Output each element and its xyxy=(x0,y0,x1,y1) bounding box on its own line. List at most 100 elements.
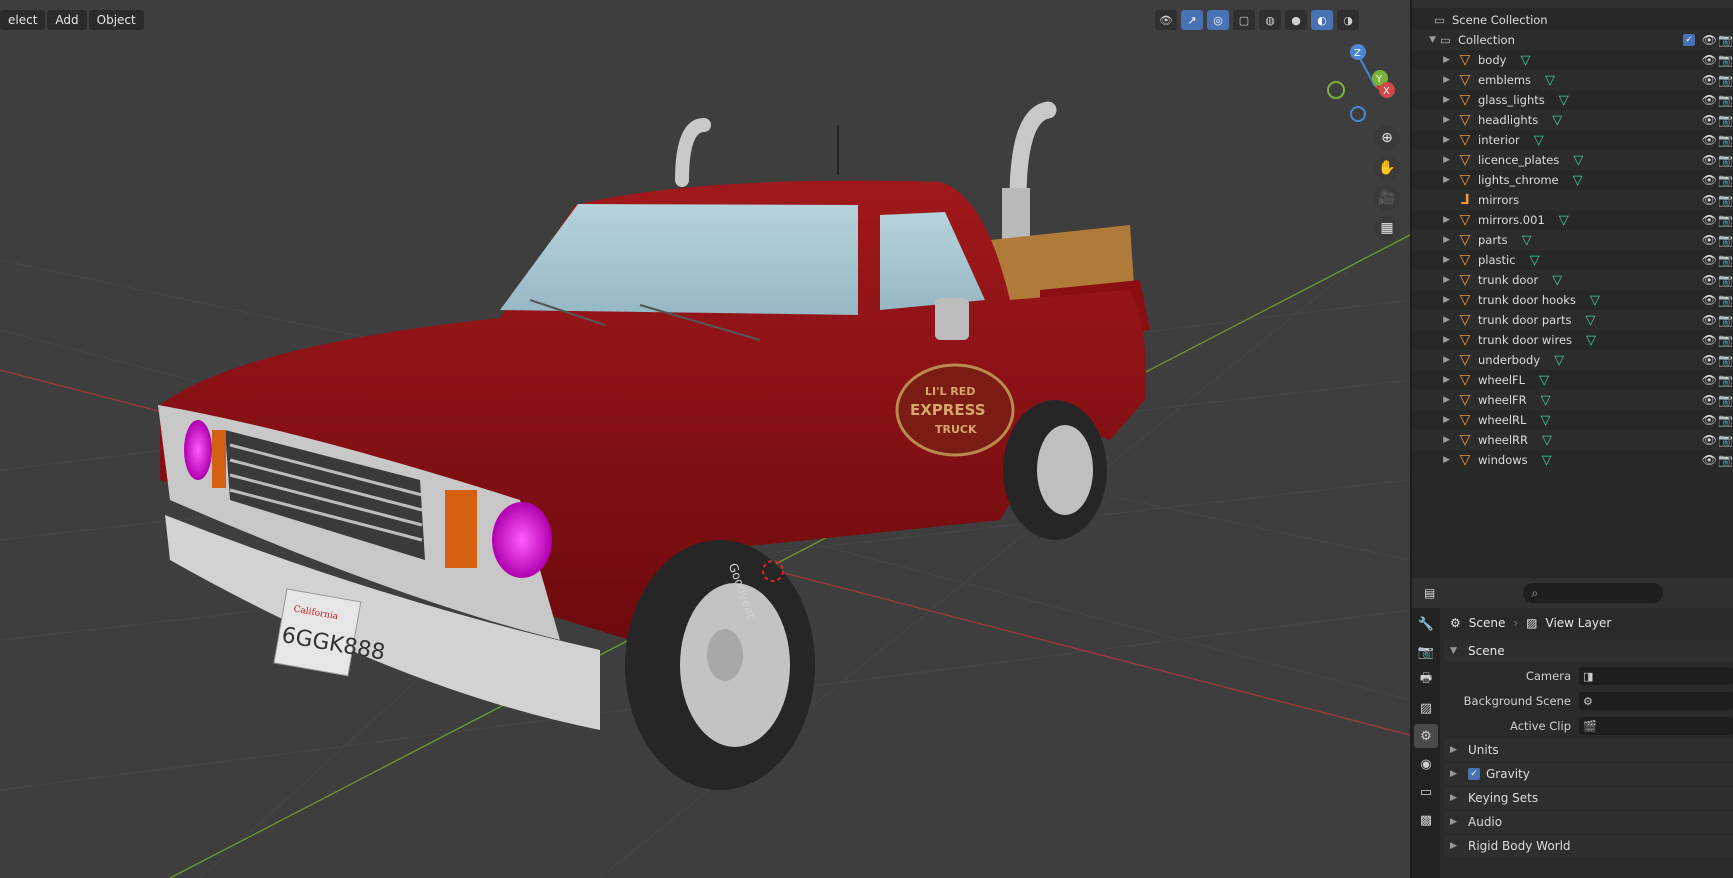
outliner-item[interactable]: ▶ ▽ trunk door wires ▽ 👁 📷 xyxy=(1412,330,1733,350)
outliner-item[interactable]: ▶ ▽ body ▽ 👁 📷 xyxy=(1412,50,1733,70)
active-clip-selector[interactable]: 🎬 xyxy=(1579,717,1733,735)
expand-right-icon[interactable]: ▶ xyxy=(1412,355,1456,365)
outliner-item[interactable]: ▶ ▽ emblems ▽ 👁 📷 xyxy=(1412,70,1733,90)
background-scene-selector[interactable]: ⚙ xyxy=(1579,692,1733,710)
outliner-item[interactable]: ▶ ▽ lights_chrome ▽ 👁 📷 xyxy=(1412,170,1733,190)
outliner-item[interactable]: ▶ ▽ plastic ▽ 👁 📷 xyxy=(1412,250,1733,270)
expand-right-icon[interactable]: ▶ xyxy=(1412,235,1456,245)
camera-icon[interactable]: 📷 xyxy=(1718,173,1733,187)
outliner-item[interactable]: ▶ ▽ trunk door parts ▽ 👁 📷 xyxy=(1412,310,1733,330)
eye-icon[interactable]: 👁 xyxy=(1702,153,1717,167)
expand-right-icon[interactable]: ▶ xyxy=(1412,375,1456,385)
eye-icon[interactable]: 👁 xyxy=(1702,293,1717,307)
outliner-collection[interactable]: ▼ ▭ Collection ✓ 👁 📷 xyxy=(1412,30,1733,50)
eye-icon[interactable]: 👁 xyxy=(1702,453,1717,467)
gravity-panel[interactable]: ▶ ✓ Gravity xyxy=(1444,763,1733,785)
texture-tab-icon[interactable]: ▩ xyxy=(1414,808,1438,832)
keying-sets-panel[interactable]: ▶ Keying Sets xyxy=(1444,787,1733,809)
camera-icon[interactable]: 📷 xyxy=(1718,253,1733,267)
camera-icon[interactable]: 📷 xyxy=(1718,73,1733,87)
visibility-icon[interactable]: 👁 xyxy=(1155,10,1177,30)
camera-icon[interactable]: 📷 xyxy=(1718,133,1733,147)
eye-icon[interactable]: 👁 xyxy=(1702,233,1717,247)
camera-icon[interactable]: 📷 xyxy=(1718,113,1733,127)
expand-right-icon[interactable]: ▶ xyxy=(1412,455,1456,465)
xray-icon[interactable]: ▢ xyxy=(1233,10,1255,30)
eye-icon[interactable]: 👁 xyxy=(1702,333,1717,347)
eye-icon[interactable]: 👁 xyxy=(1702,93,1717,107)
camera-icon[interactable]: 📷 xyxy=(1718,293,1733,307)
outliner-item[interactable]: ▶ ▽ interior ▽ 👁 📷 xyxy=(1412,130,1733,150)
expand-right-icon[interactable]: ▶ xyxy=(1412,275,1456,285)
camera-icon[interactable]: 📷 xyxy=(1718,213,1733,227)
rendered-shading-icon[interactable]: ◑ xyxy=(1337,10,1359,30)
outliner-item[interactable]: ▶ ▽ trunk door hooks ▽ 👁 📷 xyxy=(1412,290,1733,310)
expand-right-icon[interactable]: ▶ xyxy=(1412,95,1456,105)
eye-icon[interactable]: 👁 xyxy=(1702,173,1717,187)
outliner-scene-collection[interactable]: ▭ Scene Collection xyxy=(1412,10,1733,30)
material-shading-icon[interactable]: ◐ xyxy=(1311,10,1333,30)
camera-icon[interactable]: 📷 xyxy=(1718,193,1733,207)
editor-type-icon[interactable]: ▤ xyxy=(1424,586,1435,600)
outliner-item[interactable]: ▶ ▽ headlights ▽ 👁 📷 xyxy=(1412,110,1733,130)
outliner-item[interactable]: ▶ ▽ wheelRL ▽ 👁 📷 xyxy=(1412,410,1733,430)
eye-icon[interactable]: 👁 xyxy=(1702,213,1717,227)
outliner-item[interactable]: ▶ ▽ underbody ▽ 👁 📷 xyxy=(1412,350,1733,370)
camera-icon[interactable]: 📷 xyxy=(1718,33,1733,47)
pan-hand-icon[interactable]: ✋ xyxy=(1374,155,1400,181)
rigid-body-world-panel[interactable]: ▶ Rigid Body World xyxy=(1444,835,1733,857)
camera-selector[interactable]: ◨ xyxy=(1579,667,1733,685)
outliner-item[interactable]: ▶ ▽ trunk door ▽ 👁 📷 xyxy=(1412,270,1733,290)
eye-icon[interactable]: 👁 xyxy=(1702,273,1717,287)
eye-icon[interactable]: 👁 xyxy=(1702,113,1717,127)
menu-add[interactable]: Add xyxy=(47,10,87,30)
outliner-item[interactable]: ▶ ▽ wheelFL ▽ 👁 📷 xyxy=(1412,370,1733,390)
eye-icon[interactable]: 👁 xyxy=(1702,33,1717,47)
camera-icon[interactable]: 📷 xyxy=(1718,413,1733,427)
overlay-toggle-icon[interactable]: ◎ xyxy=(1207,10,1229,30)
world-tab-icon[interactable]: ◉ xyxy=(1414,752,1438,776)
camera-icon[interactable]: 📷 xyxy=(1718,273,1733,287)
eye-icon[interactable]: 👁 xyxy=(1702,413,1717,427)
menu-object[interactable]: Object xyxy=(88,10,144,30)
eye-icon[interactable]: 👁 xyxy=(1702,373,1717,387)
render-tab-icon[interactable]: 📷 xyxy=(1414,640,1438,664)
collection-tab-icon[interactable]: ▭ xyxy=(1414,780,1438,804)
gizmo-toggle-icon[interactable]: ↗ xyxy=(1181,10,1203,30)
wireframe-shading-icon[interactable]: ◍ xyxy=(1259,10,1281,30)
eye-icon[interactable]: 👁 xyxy=(1702,133,1717,147)
camera-icon[interactable]: 📷 xyxy=(1718,233,1733,247)
eye-icon[interactable]: 👁 xyxy=(1702,433,1717,447)
expand-right-icon[interactable]: ▶ xyxy=(1412,115,1456,125)
output-tab-icon[interactable]: 🖶 xyxy=(1414,668,1438,692)
outliner-item[interactable]: ▶ ▽ windows ▽ 👁 📷 xyxy=(1412,450,1733,470)
camera-icon[interactable]: 📷 xyxy=(1718,433,1733,447)
expand-right-icon[interactable]: ▶ xyxy=(1412,315,1456,325)
outliner-item[interactable]: ▶ ▽ parts ▽ 👁 📷 xyxy=(1412,230,1733,250)
outliner-item[interactable]: ▶ ▽ wheelFR ▽ 👁 📷 xyxy=(1412,390,1733,410)
outliner-item[interactable]: ▶ ▽ mirrors.001 ▽ 👁 📷 xyxy=(1412,210,1733,230)
properties-search[interactable]: ⌕ xyxy=(1523,583,1664,603)
expand-right-icon[interactable]: ▶ xyxy=(1412,55,1456,65)
tool-tab-icon[interactable]: 🔧 xyxy=(1414,612,1438,636)
camera-icon[interactable]: 📷 xyxy=(1718,453,1733,467)
camera-icon[interactable]: 📷 xyxy=(1718,393,1733,407)
expand-right-icon[interactable]: ▶ xyxy=(1412,175,1456,185)
expand-right-icon[interactable]: ▶ xyxy=(1412,335,1456,345)
camera-icon[interactable]: 📷 xyxy=(1718,313,1733,327)
expand-right-icon[interactable]: ▶ xyxy=(1412,295,1456,305)
audio-panel[interactable]: ▶ Audio xyxy=(1444,811,1733,833)
camera-icon[interactable]: 📷 xyxy=(1718,373,1733,387)
zoom-icon[interactable]: ⊕ xyxy=(1374,125,1400,151)
eye-icon[interactable]: 👁 xyxy=(1702,253,1717,267)
expand-right-icon[interactable]: ▶ xyxy=(1412,215,1456,225)
expand-right-icon[interactable]: ▶ xyxy=(1412,135,1456,145)
camera-view-icon[interactable]: 🎥 xyxy=(1374,185,1400,211)
scene-tab-icon[interactable]: ⚙ xyxy=(1414,724,1438,748)
outliner-item[interactable]: ▶ ▽ glass_lights ▽ 👁 📷 xyxy=(1412,90,1733,110)
camera-icon[interactable]: 📷 xyxy=(1718,93,1733,107)
eye-icon[interactable]: 👁 xyxy=(1702,73,1717,87)
camera-icon[interactable]: 📷 xyxy=(1718,353,1733,367)
view-layer-tab-icon[interactable]: ▨ xyxy=(1414,696,1438,720)
outliner-item[interactable]: ▶ ▽ licence_plates ▽ 👁 📷 xyxy=(1412,150,1733,170)
